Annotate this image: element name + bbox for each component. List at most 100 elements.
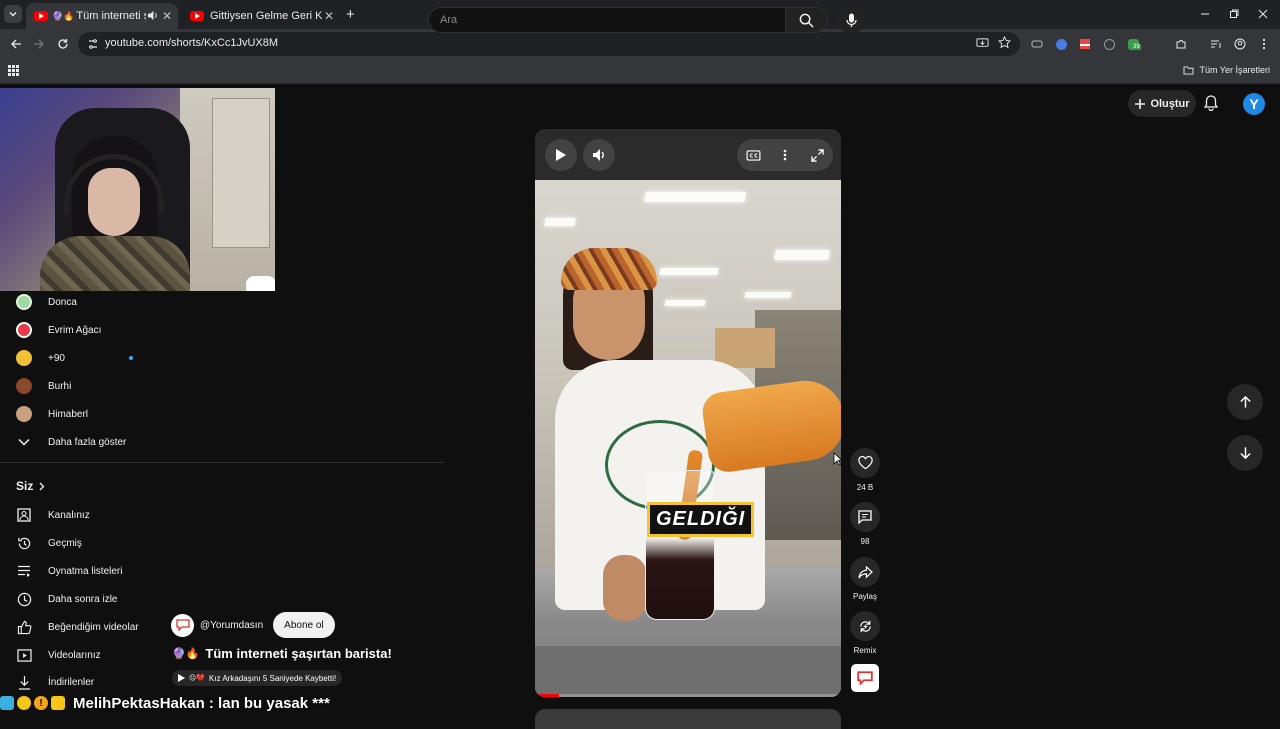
extensions-puzzle-icon[interactable] <box>1173 36 1189 52</box>
volume-button[interactable] <box>583 139 615 171</box>
your-videos-icon <box>16 647 32 663</box>
show-more-button[interactable]: Daha fazla göster <box>16 432 126 452</box>
channel-name[interactable]: @Yorumdasın <box>200 620 263 631</box>
channel-avatar[interactable] <box>171 613 194 637</box>
bookmark-star-icon[interactable] <box>998 36 1011 49</box>
remix-button[interactable] <box>850 611 880 641</box>
comment-logo-icon <box>857 671 873 685</box>
badge-icon <box>0 696 14 710</box>
apps-grid-icon[interactable] <box>8 65 19 76</box>
play-button[interactable] <box>545 139 577 171</box>
site-info-icon[interactable] <box>87 38 99 50</box>
close-tab-icon[interactable]: ✕ <box>162 9 172 23</box>
audio-playing-icon[interactable] <box>147 10 158 21</box>
sidebar-subscription[interactable]: +90 <box>16 348 65 368</box>
previous-short-button[interactable] <box>1227 384 1263 420</box>
remix-action[interactable]: Remix <box>849 611 881 655</box>
tab-inactive[interactable]: Gittiysen Gelme Geri Kedi Versi ✕ <box>182 3 340 29</box>
tab-search-button[interactable] <box>4 5 22 23</box>
remix-icon <box>859 620 871 632</box>
new-tab-button[interactable]: + <box>346 6 355 23</box>
like-button[interactable] <box>850 448 880 478</box>
captions-icon[interactable] <box>745 147 761 163</box>
all-bookmarks-button[interactable]: Tüm Yer İşaretleri <box>1183 65 1270 75</box>
youtube-favicon-icon <box>190 11 204 21</box>
liked-videos-icon <box>16 619 32 635</box>
next-short-button[interactable] <box>1227 435 1263 471</box>
voice-search-button[interactable] <box>837 6 865 34</box>
subscribe-button[interactable]: Abone ol <box>273 612 335 638</box>
progress-bar[interactable] <box>535 694 841 697</box>
sidebar-item-history[interactable]: Geçmiş <box>16 533 82 553</box>
player-controls-group <box>737 139 833 171</box>
subscription-name: Burhi <box>48 380 72 392</box>
create-button[interactable]: Oluştur <box>1128 90 1196 117</box>
sidebar-item-playlists[interactable]: Oynatma listeleri <box>16 561 122 581</box>
sidebar-item-label: Oynatma listeleri <box>48 565 123 577</box>
progress-fill <box>535 694 560 697</box>
sound-source-thumbnail[interactable] <box>851 664 879 692</box>
video-frame[interactable]: GELDIĞI <box>535 180 841 697</box>
sidebar-subscription[interactable]: Evrim Ağacı <box>16 320 101 340</box>
sidebar-item-downloads[interactable]: İndirilenler <box>16 672 94 692</box>
you-section-header[interactable]: Siz <box>16 479 45 493</box>
close-tab-icon[interactable]: ✕ <box>324 9 334 23</box>
playlists-icon <box>16 563 32 579</box>
more-options-icon[interactable] <box>777 147 793 163</box>
sidebar-item-label: İndirilenler <box>48 676 95 688</box>
tab-active[interactable]: 🔮🔥 Tüm interneti şaşırtan ✕ <box>26 3 178 29</box>
extension-icon[interactable] <box>1029 36 1045 52</box>
subscription-name: Himaberl <box>48 408 89 420</box>
extension-icon[interactable] <box>1053 36 1069 52</box>
bookmarks-bar: Tüm Yer İşaretleri <box>0 59 1280 84</box>
plus-icon <box>1135 98 1146 109</box>
profile-icon[interactable] <box>1232 36 1248 52</box>
shorts-player[interactable]: GELDIĞI <box>535 129 841 697</box>
fullscreen-icon[interactable] <box>809 147 825 163</box>
chevron-down-icon <box>18 438 30 446</box>
share-button[interactable] <box>850 557 880 587</box>
extension-badge: 39 <box>1132 44 1141 50</box>
forward-icon[interactable] <box>31 36 47 52</box>
sidebar-item-your-videos[interactable]: Videolarınız <box>16 645 101 665</box>
comment-action[interactable]: 98 <box>849 502 881 546</box>
extension-icon[interactable] <box>1077 36 1093 52</box>
remix-label: Remix <box>853 646 877 655</box>
next-short-preview[interactable] <box>535 709 841 729</box>
media-control-icon[interactable] <box>1208 36 1224 52</box>
cup <box>645 470 715 620</box>
sidebar-item-liked-videos[interactable]: Beğendiğim videolar <box>16 617 139 637</box>
account-avatar[interactable]: Y <box>1243 93 1265 115</box>
search-input[interactable]: Ara <box>428 7 786 33</box>
heart-icon <box>857 456 873 470</box>
sidebar-divider <box>0 462 444 463</box>
volume-icon <box>593 149 604 161</box>
sidebar-subscription[interactable]: Himaberl <box>16 404 88 424</box>
all-bookmarks-label: Tüm Yer İşaretleri <box>1199 65 1270 75</box>
back-icon[interactable] <box>8 36 24 52</box>
reload-icon[interactable] <box>55 36 71 52</box>
extension-icon[interactable] <box>1101 36 1117 52</box>
search-button[interactable] <box>786 7 828 33</box>
comment-button[interactable] <box>850 502 880 532</box>
more-menu-icon[interactable] <box>1256 36 1272 52</box>
close-window-button[interactable] <box>1253 6 1273 22</box>
extension-icon[interactable]: 39 <box>1125 36 1141 52</box>
install-app-icon[interactable] <box>976 37 989 50</box>
restore-button[interactable] <box>1224 6 1244 22</box>
crown-icon <box>51 696 65 710</box>
minimize-button[interactable] <box>1195 6 1215 22</box>
address-bar[interactable]: youtube.com/shorts/KxCc1JvUX8M <box>78 32 1020 56</box>
share-action[interactable]: Paylaş <box>849 557 881 601</box>
like-action[interactable]: 24 B <box>849 448 881 492</box>
notifications-button[interactable] <box>1204 95 1218 111</box>
moon-icon <box>17 696 31 710</box>
channel-avatar <box>16 406 32 422</box>
sidebar-subscription[interactable]: Burhi <box>16 376 71 396</box>
linked-video-chip[interactable]: 😐💔 Kız Arkadaşını 5 Saniyede Kaybetti! <box>172 670 343 686</box>
channel-avatar <box>16 350 32 366</box>
sidebar-item-your-channel[interactable]: Kanalınız <box>16 505 90 525</box>
sidebar-subscription[interactable]: Donca <box>16 292 77 312</box>
short-title[interactable]: 🔮🔥 Tüm interneti şaşırtan barista! <box>172 646 392 661</box>
sidebar-item-watch-later[interactable]: Daha sonra izle <box>16 589 117 609</box>
